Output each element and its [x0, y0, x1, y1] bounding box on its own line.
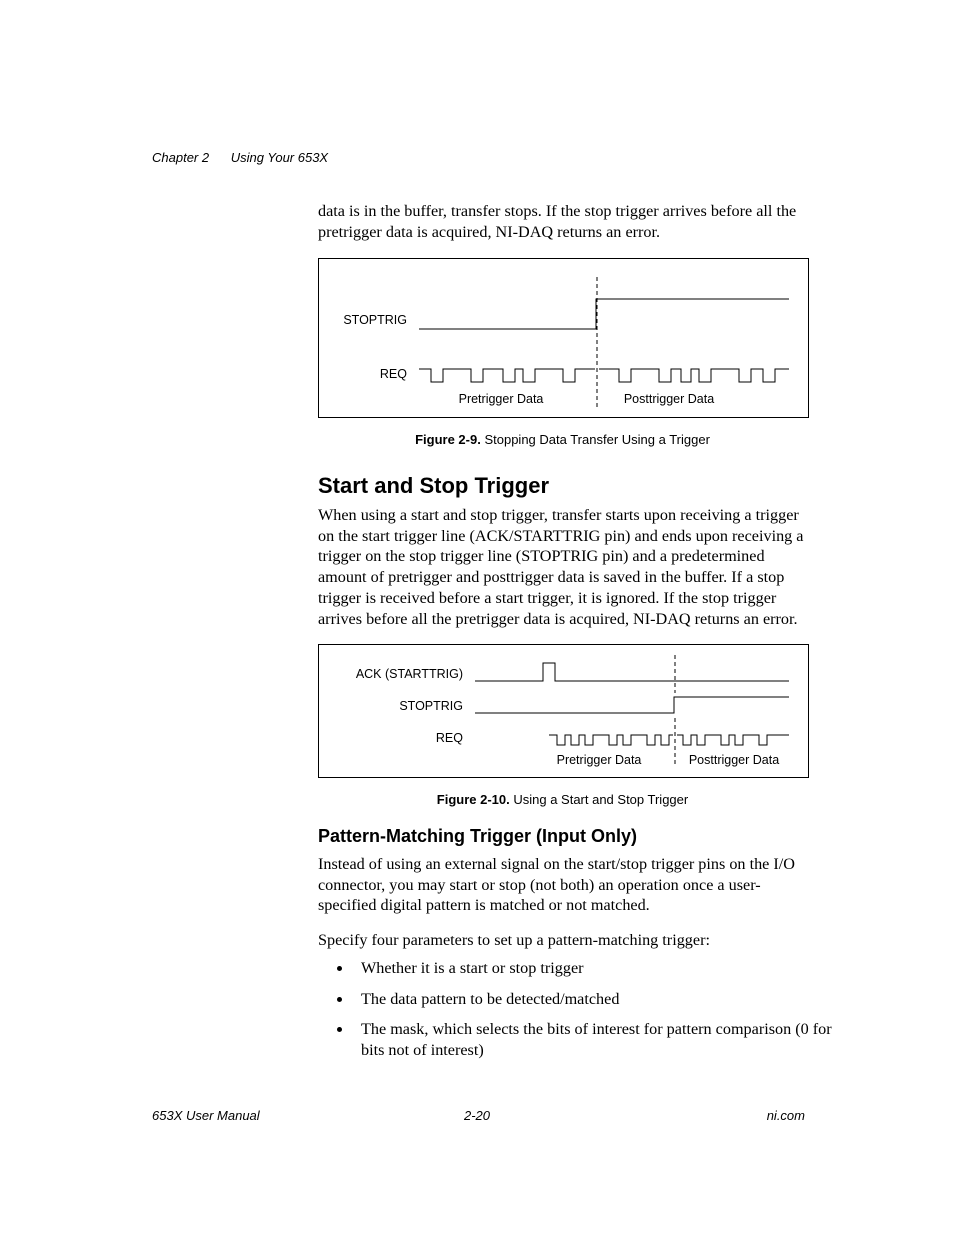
bullet-1: Whether it is a start or stop trigger	[353, 958, 843, 979]
paragraph-pattern-intro: Instead of using an external signal on t…	[318, 854, 808, 916]
paragraph-continuation: data is in the buffer, transfer stops. I…	[318, 201, 808, 242]
chapter-label: Chapter 2	[152, 150, 209, 165]
footer-right: ni.com	[767, 1108, 805, 1123]
fig9-caption-bold: Figure 2-9.	[415, 432, 481, 447]
page-header: Chapter 2 Using Your 653X	[152, 150, 328, 165]
figure-2-10-caption: Figure 2-10. Using a Start and Stop Trig…	[318, 792, 807, 807]
section-heading: Start and Stop Trigger	[318, 473, 549, 499]
fig10-caption-text: Using a Start and Stop Trigger	[510, 792, 688, 807]
paragraph-start-stop: When using a start and stop trigger, tra…	[318, 505, 808, 629]
bullet-list: Whether it is a start or stop trigger Th…	[318, 958, 843, 1071]
subsection-heading: Pattern-Matching Trigger (Input Only)	[318, 826, 637, 847]
footer-center: 2-20	[0, 1108, 954, 1123]
fig10-caption-bold: Figure 2-10.	[437, 792, 510, 807]
figure-2-9-signals	[319, 259, 808, 417]
bullet-2: The data pattern to be detected/matched	[353, 989, 843, 1010]
chapter-title: Using Your 653X	[231, 150, 328, 165]
figure-2-9: STOPTRIG REQ Pretrigger Data Posttrigger…	[318, 258, 809, 418]
paragraph-pattern-params: Specify four parameters to set up a patt…	[318, 930, 808, 951]
figure-2-10: ACK (STARTTRIG) STOPTRIG REQ Pretrigger …	[318, 644, 809, 778]
figure-2-9-caption: Figure 2-9. Stopping Data Transfer Using…	[318, 432, 807, 447]
fig9-caption-text: Stopping Data Transfer Using a Trigger	[481, 432, 710, 447]
figure-2-10-signals	[319, 645, 808, 777]
bullet-3: The mask, which selects the bits of inte…	[353, 1019, 843, 1060]
